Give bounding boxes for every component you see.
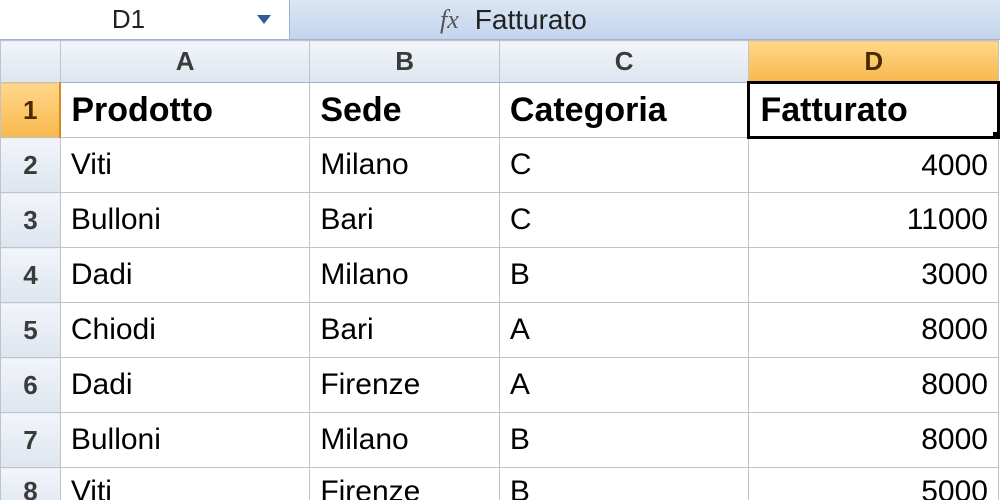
spreadsheet-grid[interactable]: A B C D 1 Prodotto Sede Categoria Fattur…: [0, 40, 1000, 500]
row-header-8[interactable]: 8: [1, 468, 61, 500]
cell-D1[interactable]: Fatturato: [749, 83, 999, 138]
column-header-row: A B C D: [1, 41, 999, 83]
row-5: 5 Chiodi Bari A 8000: [1, 303, 999, 358]
cell-B3[interactable]: Bari: [310, 193, 500, 248]
row-8: 8 Viti Firenze B 5000: [1, 468, 999, 500]
column-header-A[interactable]: A: [60, 41, 309, 83]
cell-D4[interactable]: 3000: [749, 248, 999, 303]
row-7: 7 Bulloni Milano B 8000: [1, 413, 999, 468]
cell-D6[interactable]: 8000: [749, 358, 999, 413]
row-6: 6 Dadi Firenze A 8000: [1, 358, 999, 413]
cell-A6[interactable]: Dadi: [60, 358, 309, 413]
formula-input-wrap[interactable]: fx Fatturato: [290, 4, 587, 36]
row-2: 2 Viti Milano C 4000: [1, 138, 999, 193]
name-box[interactable]: D1: [0, 0, 290, 39]
cell-B4[interactable]: Milano: [310, 248, 500, 303]
cell-C3[interactable]: C: [499, 193, 749, 248]
formula-bar: D1 fx Fatturato: [0, 0, 1000, 40]
cell-B1[interactable]: Sede: [310, 83, 500, 138]
formula-input-value[interactable]: Fatturato: [475, 4, 587, 36]
cell-B7[interactable]: Milano: [310, 413, 500, 468]
cell-D5[interactable]: 8000: [749, 303, 999, 358]
cell-B5[interactable]: Bari: [310, 303, 500, 358]
cell-D8[interactable]: 5000: [749, 468, 999, 500]
cell-D3[interactable]: 11000: [749, 193, 999, 248]
cell-A8[interactable]: Viti: [60, 468, 309, 500]
cell-C6[interactable]: A: [499, 358, 749, 413]
name-box-value: D1: [0, 4, 257, 35]
cell-A2[interactable]: Viti: [60, 138, 309, 193]
row-header-7[interactable]: 7: [1, 413, 61, 468]
cell-C7[interactable]: B: [499, 413, 749, 468]
cell-B6[interactable]: Firenze: [310, 358, 500, 413]
name-box-dropdown-icon[interactable]: [257, 15, 271, 24]
cell-A4[interactable]: Dadi: [60, 248, 309, 303]
row-header-3[interactable]: 3: [1, 193, 61, 248]
cell-D2[interactable]: 4000: [749, 138, 999, 193]
cell-C8[interactable]: B: [499, 468, 749, 500]
cell-A7[interactable]: Bulloni: [60, 413, 309, 468]
column-header-D[interactable]: D: [749, 41, 999, 83]
column-header-C[interactable]: C: [499, 41, 749, 83]
row-4: 4 Dadi Milano B 3000: [1, 248, 999, 303]
fx-icon[interactable]: fx: [440, 5, 463, 35]
row-header-2[interactable]: 2: [1, 138, 61, 193]
cell-A3[interactable]: Bulloni: [60, 193, 309, 248]
cell-C4[interactable]: B: [499, 248, 749, 303]
cell-B8[interactable]: Firenze: [310, 468, 500, 500]
cell-C2[interactable]: C: [499, 138, 749, 193]
cell-A1[interactable]: Prodotto: [60, 83, 309, 138]
select-all-corner[interactable]: [1, 41, 61, 83]
cell-A5[interactable]: Chiodi: [60, 303, 309, 358]
cell-B2[interactable]: Milano: [310, 138, 500, 193]
row-3: 3 Bulloni Bari C 11000: [1, 193, 999, 248]
row-header-6[interactable]: 6: [1, 358, 61, 413]
row-header-4[interactable]: 4: [1, 248, 61, 303]
row-1: 1 Prodotto Sede Categoria Fatturato: [1, 83, 999, 138]
row-header-1[interactable]: 1: [1, 83, 61, 138]
column-header-B[interactable]: B: [310, 41, 500, 83]
cell-C5[interactable]: A: [499, 303, 749, 358]
cell-C1[interactable]: Categoria: [499, 83, 749, 138]
cell-D7[interactable]: 8000: [749, 413, 999, 468]
row-header-5[interactable]: 5: [1, 303, 61, 358]
